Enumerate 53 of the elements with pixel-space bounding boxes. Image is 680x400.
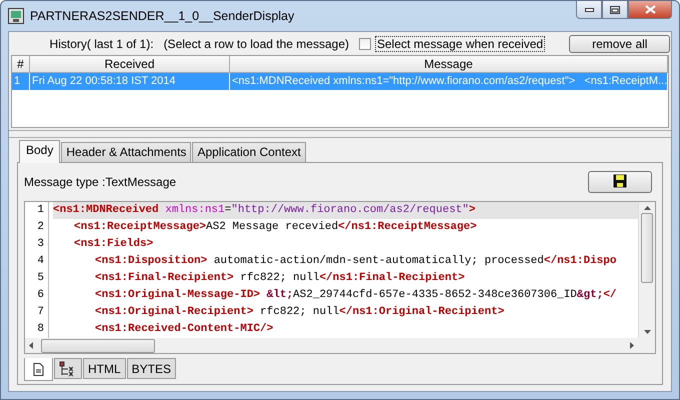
tab[interactable]: Application Context [192, 142, 306, 162]
horizontal-scrollbar[interactable] [25, 338, 638, 353]
code-line: <ns1:Original-Message-ID> &lt;AS2_29744cfd-657e-4335-8652-348ce3607306_ID&gt;</ [94, 288, 618, 303]
table-cell: Fri Aug 22 00:58:18 IST 2014 [30, 73, 230, 90]
code-line: <ns1:Original-Recipient> rfc822; null</ns1:Original-Recipient> [94, 305, 506, 320]
document-icon [33, 362, 44, 376]
line-number: 5 [36, 271, 45, 286]
scroll-up-icon[interactable] [644, 206, 650, 210]
tab[interactable]: Body [19, 140, 60, 163]
view-tab[interactable]: BYTES [126, 358, 176, 379]
line-number: 7 [36, 305, 45, 320]
close-icon [644, 5, 656, 14]
code-line: <ns1:Received-Content-MIC/> [94, 322, 274, 337]
table-cell: 1 [12, 73, 30, 90]
message-type-label: Message type :TextMessage [24, 175, 176, 189]
line-number: 3 [36, 237, 45, 252]
save-icon [613, 174, 627, 188]
column-header[interactable]: # [12, 56, 30, 74]
document-view-tab[interactable] [24, 358, 53, 381]
minimize-button[interactable] [576, 1, 602, 19]
line-number: 8 [36, 322, 45, 337]
minimize-icon [584, 8, 594, 12]
column-header[interactable]: Message [230, 56, 668, 74]
scrollbar-thumb[interactable] [641, 213, 653, 283]
history-label: History( last 1 of 1): [50, 36, 154, 51]
app-icon [8, 8, 24, 24]
maximize-icon [610, 6, 620, 14]
scrollbar-thumb[interactable] [41, 338, 155, 352]
code-line: <ns1:Fields> [73, 237, 154, 252]
close-button[interactable] [628, 1, 672, 19]
history-hint: (Select a row to load the message) [164, 36, 349, 51]
view-tab[interactable]: HTML [83, 358, 126, 379]
column-header[interactable]: Received [30, 56, 230, 74]
checkbox-label[interactable]: Select message when received [375, 36, 546, 52]
table-cell: <ns1:MDNReceived xmlns:ns1="http://www.fiorano.com/as2/request"> <ns1:ReceiptM... [230, 73, 668, 90]
scroll-left-icon[interactable] [29, 342, 33, 349]
line-number: 1 [36, 203, 45, 218]
line-number: 4 [36, 254, 45, 269]
scroll-right-icon[interactable] [630, 342, 634, 349]
scroll-down-icon[interactable] [644, 330, 650, 334]
code-line: <ns1:Disposition> automatic-action/mdn-sent-automatically; processed</ns1:Dispo [94, 254, 618, 269]
code-line: <ns1:Final-Recipient> rfc822; null</ns1:Final-Recipient> [94, 271, 466, 286]
save-button[interactable] [588, 171, 652, 193]
maximize-button[interactable] [602, 1, 628, 19]
tree-view-tab[interactable] [54, 358, 82, 379]
window-title: PARTNERAS2SENDER__1_0__SenderDisplay [30, 9, 294, 23]
code-line: <ns1:ReceiptMessage>AS2 Message recevied</ns1:ReceiptMessage> [73, 220, 478, 235]
auto-select-checkbox[interactable] [359, 38, 371, 50]
vertical-scrollbar[interactable] [638, 202, 655, 338]
line-number: 6 [36, 288, 45, 303]
remove-all-button[interactable]: remove all [569, 34, 670, 53]
tab[interactable]: Header & Attachments [61, 142, 192, 162]
line-number: 2 [36, 220, 45, 235]
